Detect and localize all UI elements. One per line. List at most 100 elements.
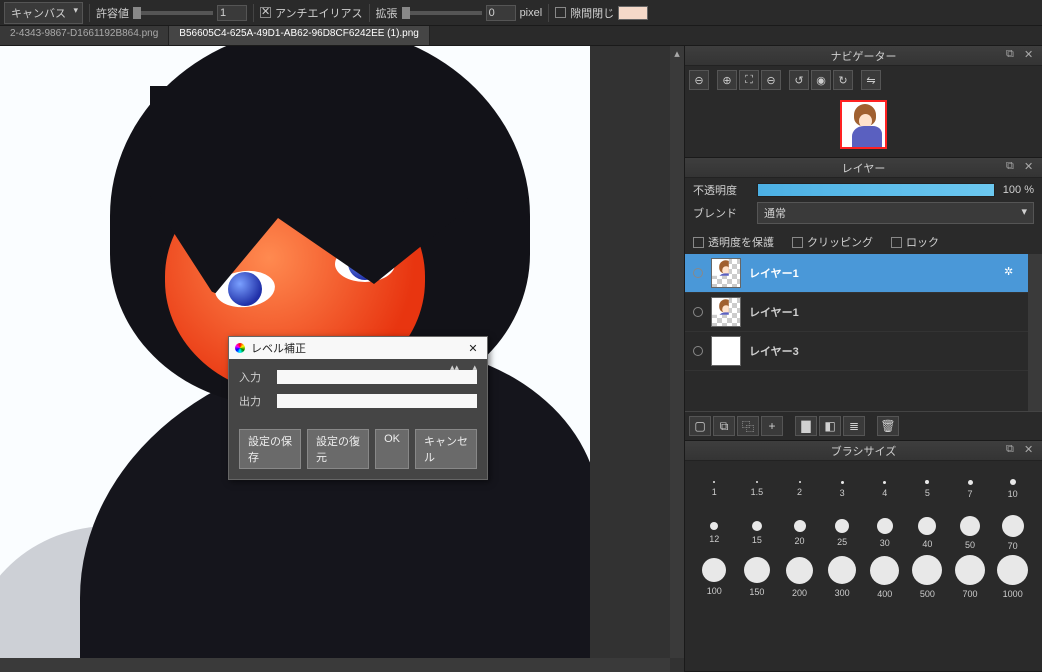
rotate-reset-icon[interactable]: ◉: [811, 70, 831, 90]
tolerance-slider[interactable]: [133, 11, 213, 15]
dialog-close-button[interactable]: ✕: [465, 342, 481, 355]
gear-icon[interactable]: ✲: [1004, 265, 1020, 281]
brush-size-item[interactable]: 25: [821, 511, 864, 555]
layer-item[interactable]: レイヤー3: [685, 332, 1028, 371]
layer-scrollbar[interactable]: [1028, 254, 1042, 411]
brush-panel: ブラシサイズ ⧉✕ 11.523457101215202530405070100…: [685, 441, 1042, 672]
cancel-button[interactable]: キャンセル: [415, 429, 477, 469]
canvas-dropdown[interactable]: キャンバス: [4, 2, 83, 24]
blend-dropdown[interactable]: 通常: [757, 202, 1034, 224]
tab-file-0[interactable]: 2-4343-9867-D1661192B864.png: [0, 26, 169, 45]
brush-size-item[interactable]: 15: [736, 511, 779, 555]
brush-size-item[interactable]: 200: [778, 555, 821, 599]
navigator-thumbnail[interactable]: [840, 100, 887, 149]
rotate-cw-icon[interactable]: ↻: [833, 70, 853, 90]
tolerance-value[interactable]: [217, 5, 247, 21]
brush-size-item[interactable]: 2: [778, 467, 821, 511]
layer-visibility-toggle[interactable]: [693, 307, 703, 317]
flip-icon[interactable]: ⇋: [861, 70, 881, 90]
brush-size-item[interactable]: 12: [693, 511, 736, 555]
popout-icon[interactable]: ⧉: [1006, 48, 1020, 62]
brush-size-item[interactable]: 700: [949, 555, 992, 599]
opacity-slider[interactable]: [757, 183, 995, 197]
input-levels-slider[interactable]: ▴▴ ▴: [277, 370, 477, 384]
brush-size-item[interactable]: 3: [821, 467, 864, 511]
levels-dialog: レベル補正 ✕ 入力 ▴▴ ▴ 出力 設定の保存 設定の復元: [228, 336, 488, 480]
brush-size-item[interactable]: 5: [906, 467, 949, 511]
folder-icon[interactable]: ▇: [795, 416, 817, 436]
canvas-scrollbar-horizontal[interactable]: [0, 658, 670, 672]
layer-visibility-toggle[interactable]: [693, 268, 703, 278]
new-layer-plus-icon[interactable]: ⧉: [713, 416, 735, 436]
merge-icon[interactable]: ≣: [843, 416, 865, 436]
brush-size-label: 5: [925, 488, 930, 498]
brush-size-item[interactable]: 1.5: [736, 467, 779, 511]
delete-layer-icon[interactable]: 🗑: [877, 416, 899, 436]
brush-size-item[interactable]: 40: [906, 511, 949, 555]
zoom-in-icon[interactable]: ⊕: [717, 70, 737, 90]
ok-button[interactable]: OK: [375, 429, 409, 469]
canvas-scrollbar-vertical[interactable]: ▴: [670, 46, 684, 658]
lock-checkbox[interactable]: ロック: [891, 234, 939, 250]
add-layer-icon[interactable]: +: [761, 416, 783, 436]
restore-settings-button[interactable]: 設定の復元: [307, 429, 369, 469]
zoom-out2-icon[interactable]: ⊖: [761, 70, 781, 90]
zoom-out-icon[interactable]: ⊖: [689, 70, 709, 90]
layer-item[interactable]: レイヤー1: [685, 293, 1028, 332]
brush-size-item[interactable]: 1: [693, 467, 736, 511]
popout-icon[interactable]: ⧉: [1006, 443, 1020, 457]
brush-size-item[interactable]: 50: [949, 511, 992, 555]
expand-value[interactable]: [486, 5, 516, 21]
brush-size-label: 7: [968, 489, 973, 499]
layers-list: レイヤー1 ✲ レイヤー1 レイヤー3: [685, 254, 1028, 411]
layer-name: レイヤー1: [749, 265, 996, 281]
close-icon[interactable]: ✕: [1024, 443, 1038, 457]
layer-thumbnail: [711, 297, 741, 327]
brush-size-item[interactable]: 150: [736, 555, 779, 599]
rotate-ccw-icon[interactable]: ↺: [789, 70, 809, 90]
closefill-checkbox[interactable]: [555, 7, 566, 18]
close-icon[interactable]: ✕: [1024, 48, 1038, 62]
dialog-title: レベル補正: [251, 340, 306, 356]
antialias-label: アンチエイリアス: [275, 5, 363, 21]
input-label: 入力: [239, 369, 267, 385]
file-tabs: 2-4343-9867-D1661192B864.png B56605C4-62…: [0, 26, 1042, 46]
brush-size-label: 12: [709, 534, 719, 544]
brush-size-grid: 1 1.5 234 5 7 10 12 15202530405070 1001502003004…: [685, 461, 1042, 605]
layer-item[interactable]: レイヤー1 ✲: [685, 254, 1028, 293]
closefill-color[interactable]: [618, 6, 648, 20]
brush-size-item[interactable]: 10: [991, 467, 1034, 511]
tab-file-1[interactable]: B56605C4-625A-49D1-AB62-96D8CF6242EE (1)…: [169, 26, 430, 45]
scroll-up-icon[interactable]: ▴: [670, 46, 684, 60]
layer-visibility-toggle[interactable]: [693, 346, 703, 356]
antialias-checkbox[interactable]: [260, 7, 271, 18]
brush-size-item[interactable]: 500: [906, 555, 949, 599]
brush-size-item[interactable]: 400: [864, 555, 907, 599]
brush-size-item[interactable]: 70: [991, 511, 1034, 555]
brush-size-item[interactable]: 100: [693, 555, 736, 599]
output-levels-slider[interactable]: [277, 394, 477, 408]
dialog-titlebar[interactable]: レベル補正 ✕: [229, 337, 487, 359]
close-icon[interactable]: ✕: [1024, 160, 1038, 174]
brush-size-label: 500: [920, 589, 935, 599]
brush-size-item[interactable]: 20: [778, 511, 821, 555]
expand-slider[interactable]: [402, 11, 482, 15]
layer-thumbnail: [711, 336, 741, 366]
brush-size-item[interactable]: 1000: [991, 555, 1034, 599]
layer-panel: レイヤー ⧉✕ 不透明度 100 % ブレンド 通常 透明度を保護 クリッピング…: [685, 158, 1042, 441]
duplicate-layer-icon[interactable]: ⿻: [737, 416, 759, 436]
brush-size-item[interactable]: 30: [864, 511, 907, 555]
layer-name: レイヤー3: [749, 343, 1020, 359]
brush-size-item[interactable]: 4: [864, 467, 907, 511]
mask-icon[interactable]: ◧: [819, 416, 841, 436]
brush-size-item[interactable]: 7: [949, 467, 992, 511]
new-layer-icon[interactable]: ▢: [689, 416, 711, 436]
brush-size-item[interactable]: 300: [821, 555, 864, 599]
save-settings-button[interactable]: 設定の保存: [239, 429, 301, 469]
zoom-fit-icon[interactable]: ⛶: [739, 70, 759, 90]
brush-size-label: 1.5: [751, 487, 764, 497]
brush-size-label: 10: [1008, 489, 1018, 499]
protect-alpha-checkbox[interactable]: 透明度を保護: [693, 234, 774, 250]
popout-icon[interactable]: ⧉: [1006, 160, 1020, 174]
clipping-checkbox[interactable]: クリッピング: [792, 234, 873, 250]
